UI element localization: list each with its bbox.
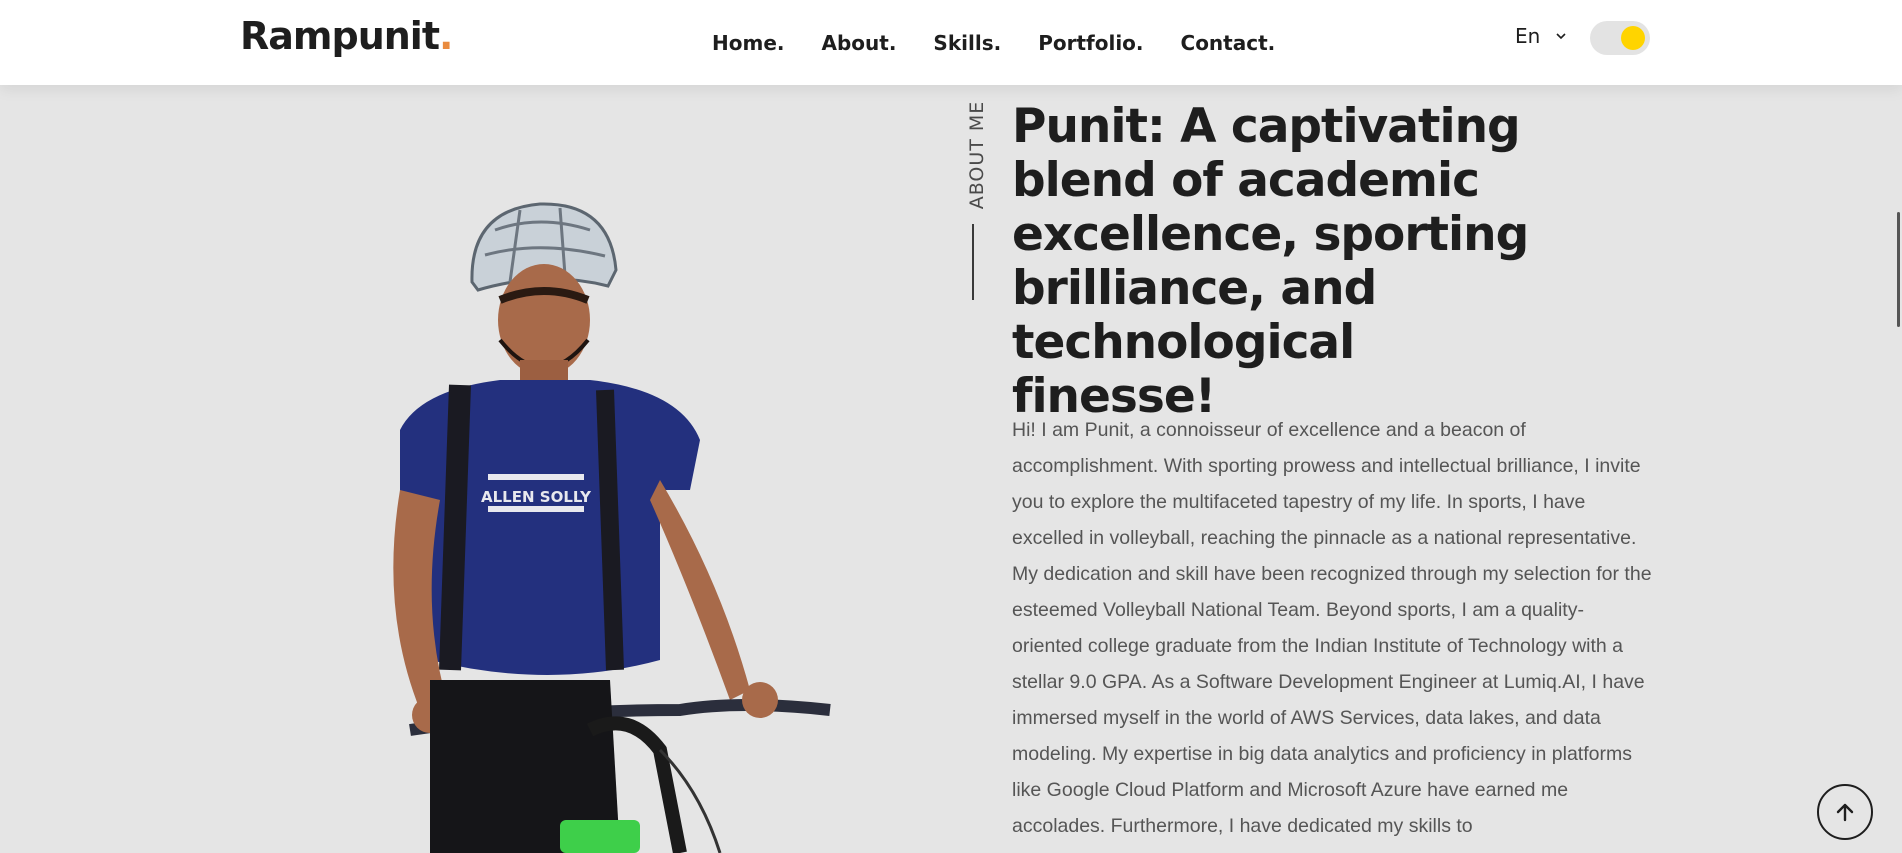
chevron-down-icon [1556, 33, 1566, 40]
about-heading: Punit: A captivating blend of academic e… [1012, 99, 1529, 424]
nav-skills[interactable]: Skills. [933, 31, 1001, 55]
theme-toggle[interactable] [1590, 21, 1650, 55]
logo-dot: . [439, 14, 453, 58]
nav-portfolio[interactable]: Portfolio. [1038, 31, 1143, 55]
main-nav: Home. About. Skills. Portfolio. Contact. [712, 0, 1312, 85]
language-value: En [1515, 24, 1541, 48]
arrow-up-icon [1836, 803, 1854, 822]
sun-icon [1621, 26, 1645, 50]
site-logo[interactable]: Rampunit. [240, 14, 453, 58]
shirt-text: ALLEN SOLLY [481, 488, 592, 506]
about-me-label: ABOUT ME [966, 100, 988, 210]
scroll-top-button[interactable] [1817, 784, 1873, 840]
nav-about[interactable]: About. [821, 31, 896, 55]
scrollbar[interactable] [1897, 212, 1900, 327]
language-selector[interactable]: En [1515, 24, 1568, 48]
site-header: Rampunit. Home. About. Skills. Portfolio… [0, 0, 1902, 85]
nav-contact[interactable]: Contact. [1181, 31, 1276, 55]
nav-home[interactable]: Home. [712, 31, 784, 55]
about-bio: Hi! I am Punit, a connoisseur of excelle… [1012, 419, 1652, 837]
side-divider [972, 224, 974, 300]
profile-photo: ALLEN SOLLY [393, 202, 831, 853]
logo-text: Rampunit [240, 14, 440, 58]
